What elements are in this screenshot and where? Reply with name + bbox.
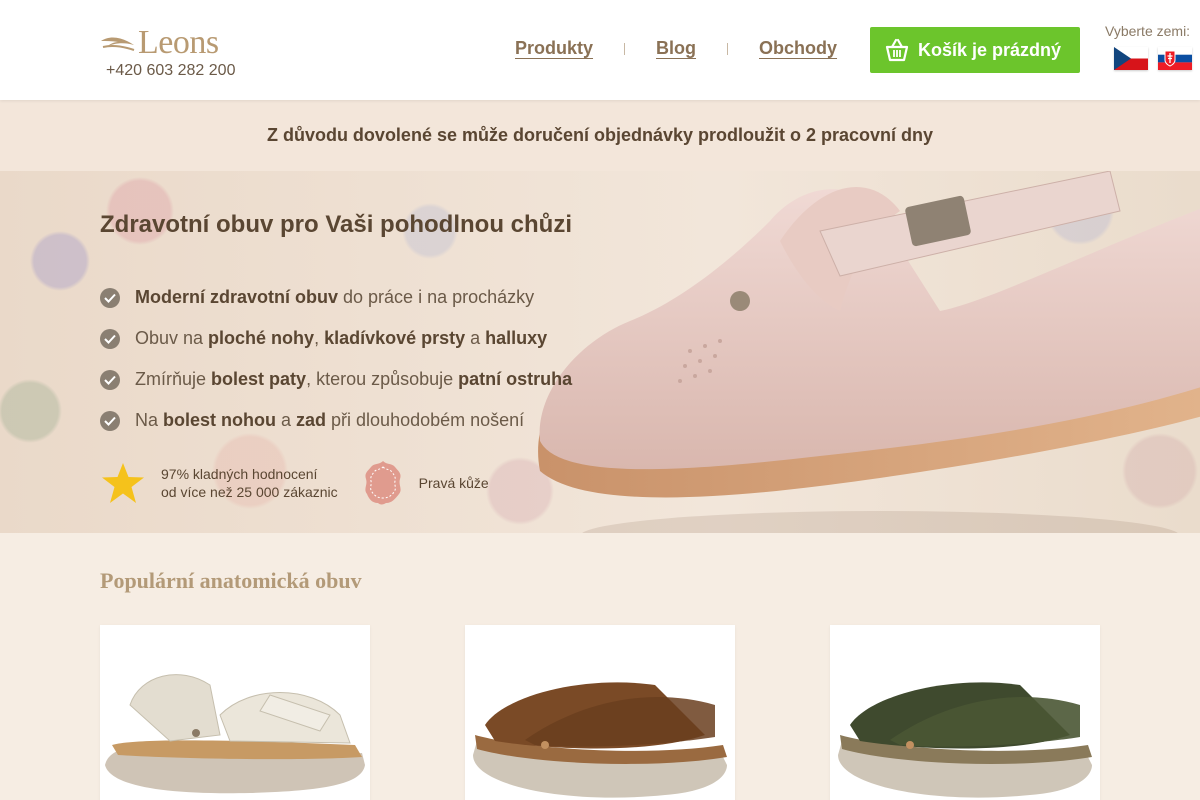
feature-list: Moderní zdravotní obuv do práce i na pro… <box>100 277 572 441</box>
delivery-notice: Z důvodu dovolené se může doručení objed… <box>0 100 1200 171</box>
feature-item: Moderní zdravotní obuv do práce i na pro… <box>100 277 572 318</box>
feature-item: Zmírňuje bolest paty, kterou způsobuje p… <box>100 359 572 400</box>
nav-produkty[interactable]: Produkty <box>515 38 593 59</box>
logo-leaf-icon <box>101 37 135 51</box>
cart-button[interactable]: Košík je prázdný <box>870 27 1080 73</box>
feature-text: Na bolest nohou a zad při dlouhodobém no… <box>135 410 525 430</box>
cart-label: Košík je prázdný <box>918 39 1062 60</box>
feature-item: Obuv na ploché nohy, kladívkové prsty a … <box>100 318 572 359</box>
leather-badge: Pravá kůže <box>418 475 489 491</box>
site-header: Leons +420 603 282 200 Produkty Blog Obc… <box>0 0 1200 100</box>
green-slide-image <box>838 682 1092 798</box>
phone-number[interactable]: +420 603 282 200 <box>106 62 235 80</box>
cz-flag-icon[interactable] <box>1114 47 1148 70</box>
beige-sandal-image <box>105 674 365 794</box>
country-label: Vyberte zemi: <box>1105 23 1191 39</box>
main-nav: Produkty Blog Obchody <box>515 38 837 59</box>
rating-badge: 97% kladných hodnocení od více než 25 00… <box>161 466 338 500</box>
nav-divider <box>727 42 729 55</box>
pink-clog-image <box>538 171 1200 533</box>
feature-item: Na bolest nohou a zad při dlouhodobém no… <box>100 400 572 441</box>
logo-text: Leons <box>138 24 219 61</box>
feature-text: Obuv na ploché nohy, kladívkové prsty a … <box>135 328 548 348</box>
brown-slide-image <box>473 682 727 798</box>
check-icon <box>100 328 120 349</box>
nav-obchody[interactable]: Obchody <box>759 38 837 59</box>
leather-icon <box>365 461 401 505</box>
sk-flag-icon[interactable] <box>1158 47 1192 70</box>
logo[interactable]: Leons <box>100 26 219 60</box>
check-icon <box>100 287 120 308</box>
nav-divider <box>624 42 626 55</box>
trust-badges: 97% kladných hodnocení od více než 25 00… <box>100 459 489 507</box>
nav-blog[interactable]: Blog <box>656 38 696 59</box>
hero-title: Zdravotní obuv pro Vaši pohodlnou chůzi <box>100 211 572 238</box>
check-icon <box>100 410 120 431</box>
star-icon <box>102 463 144 503</box>
hero-banner: Zdravotní obuv pro Vaši pohodlnou chůzi … <box>0 171 1200 533</box>
product-card[interactable] <box>830 625 1100 800</box>
feature-text: Moderní zdravotní obuv do práce i na pro… <box>135 287 535 307</box>
product-card[interactable] <box>465 625 735 800</box>
popular-title: Populární anatomická obuv <box>100 568 362 593</box>
feature-text: Zmírňuje bolest paty, kterou způsobuje p… <box>135 369 573 389</box>
check-icon <box>100 369 120 390</box>
product-card[interactable] <box>100 625 370 800</box>
basket-icon <box>885 38 909 62</box>
